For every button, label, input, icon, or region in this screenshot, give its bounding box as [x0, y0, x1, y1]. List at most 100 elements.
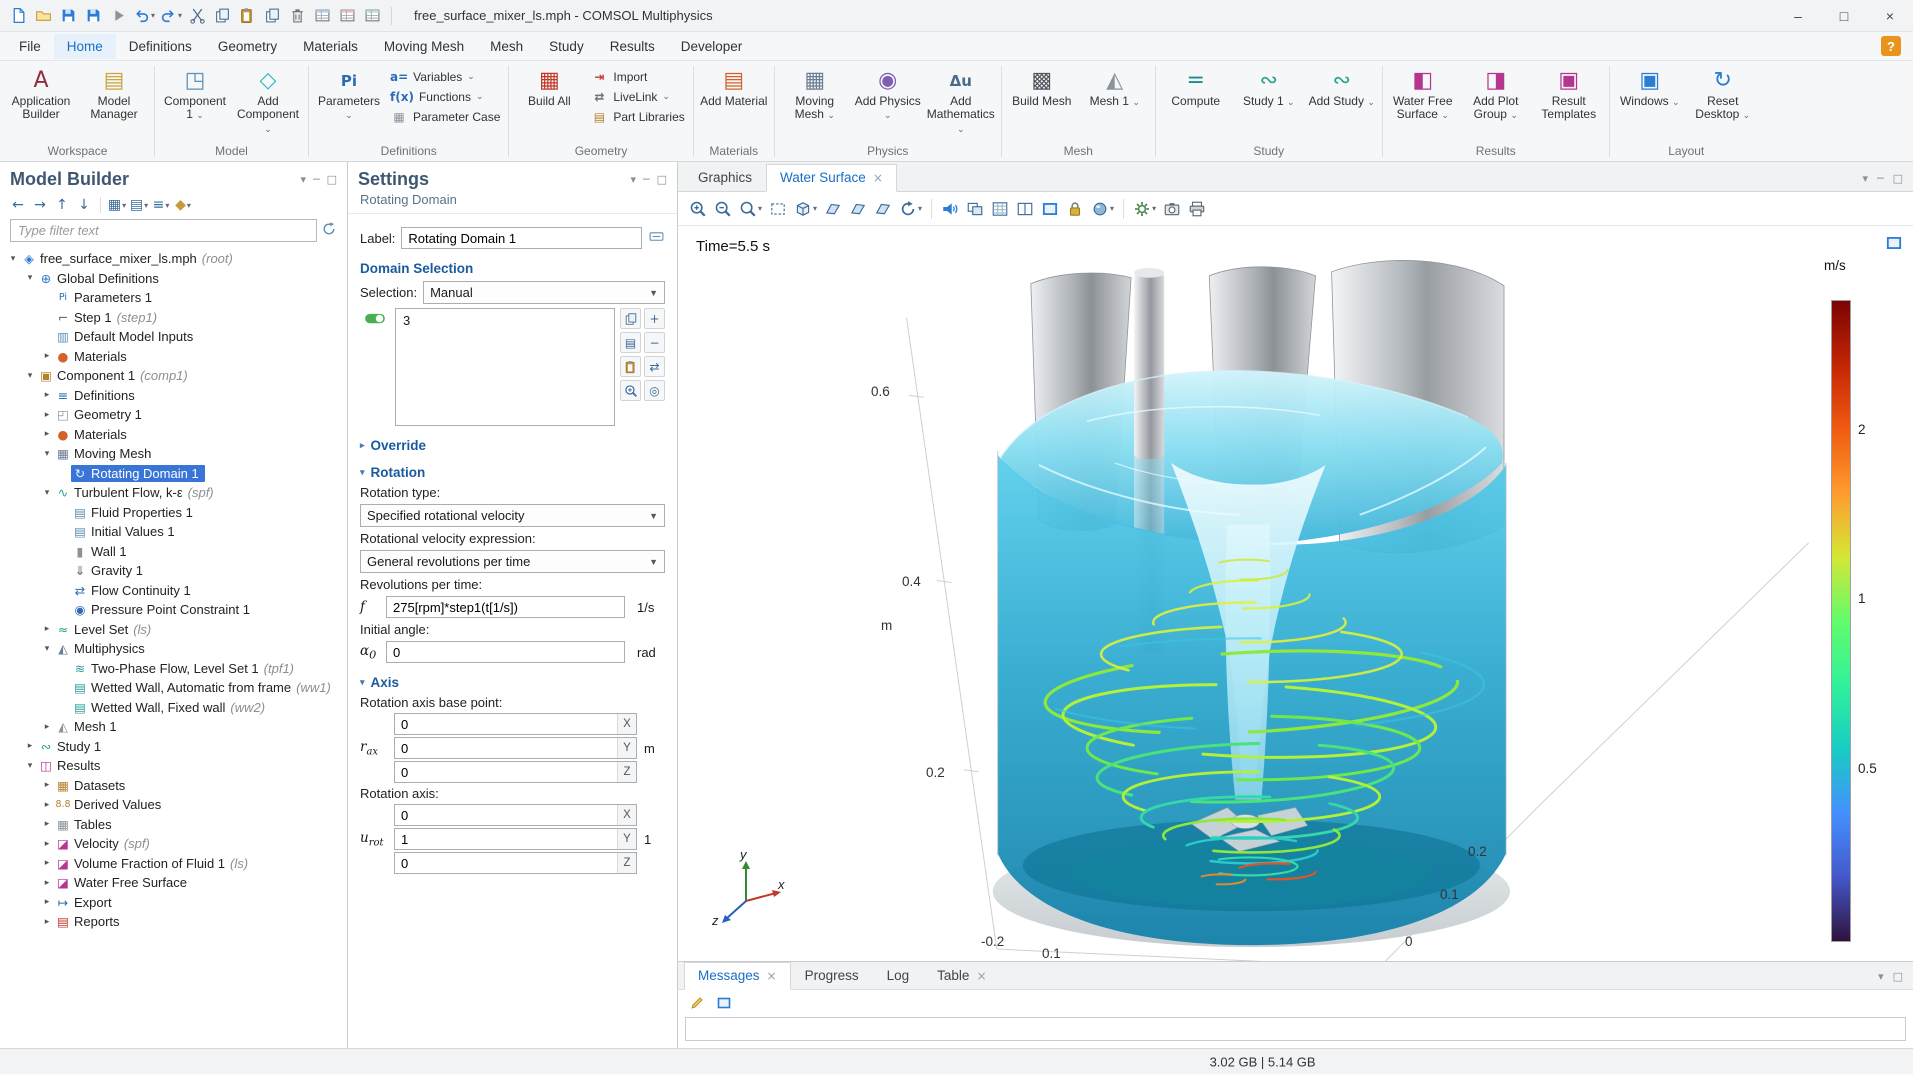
run-button[interactable] [106, 3, 130, 29]
split-window-button[interactable] [963, 198, 987, 220]
selection-paste-button[interactable] [620, 356, 641, 377]
refresh-button[interactable] [321, 221, 337, 240]
tab-messages[interactable]: Messages× [684, 962, 791, 990]
collapse-arrow-icon[interactable]: ▾ [40, 644, 54, 654]
ribbon-parameters[interactable]: PiParameters ⌄ [313, 62, 385, 143]
save-copy-button[interactable] [81, 3, 105, 29]
panel-menu-button[interactable]: ▾ [300, 173, 306, 186]
tree-item-mesh-1[interactable]: ▸◭Mesh 1 [0, 717, 347, 737]
menu-moving-mesh[interactable]: Moving Mesh [371, 34, 477, 59]
expand-arrow-icon[interactable]: ▸ [40, 351, 54, 361]
tree-item-initial-values-1[interactable]: ▤Initial Values 1 [0, 522, 347, 542]
close-button[interactable]: × [1867, 0, 1913, 31]
ribbon-study-1[interactable]: ∾Study 1 ⌄ [1233, 62, 1305, 143]
show-table-button[interactable] [988, 198, 1012, 220]
rotation-type-combo[interactable]: Specified rotational velocity ▼ [360, 504, 665, 527]
menu-results[interactable]: Results [597, 34, 668, 59]
selection-active-toggle[interactable] [360, 308, 390, 426]
new-file-button[interactable] [6, 3, 30, 29]
ribbon-build-all[interactable]: ▦Build All [513, 62, 585, 143]
ribbon-add-physics[interactable]: ◉Add Physics ⌄ [852, 62, 924, 143]
panel-minimize-button[interactable]: ─ [313, 173, 320, 186]
open-in-table-button[interactable] [713, 993, 735, 1013]
menu-study[interactable]: Study [536, 34, 597, 59]
tree-item-flow-continuity-1[interactable]: ⇄Flow Continuity 1 [0, 581, 347, 601]
panel-menu-button[interactable]: ▾ [1878, 970, 1884, 983]
zoom-box-button[interactable] [766, 198, 790, 220]
vecDir-y-input[interactable] [395, 829, 617, 849]
ribbon-build-mesh[interactable]: ▩Build Mesh [1006, 62, 1078, 143]
revolutions-per-time-input[interactable] [386, 596, 625, 618]
tree-item-rotating-domain-1[interactable]: ↻Rotating Domain 1 [0, 464, 347, 484]
close-icon[interactable]: × [873, 171, 883, 185]
cut-button[interactable] [185, 3, 209, 29]
tree-item-materials[interactable]: ▸●Materials [0, 347, 347, 367]
collapse-arrow-icon[interactable]: ▾ [6, 254, 20, 264]
scene-appearance-button[interactable]: ▾ [1088, 198, 1117, 220]
initial-angle-input[interactable] [386, 641, 625, 663]
panel-float-button[interactable]: □ [657, 173, 667, 186]
ribbon-result-templates[interactable]: ▣Result Templates [1533, 62, 1605, 143]
selection-list[interactable]: 3 [395, 308, 615, 426]
override-header[interactable]: ▸ Override [360, 438, 665, 453]
tree-item-two-phase-flow-level-set-1[interactable]: ≋Two-Phase Flow, Level Set 1(tpf1) [0, 659, 347, 679]
expand-arrow-icon[interactable]: ▸ [23, 741, 37, 751]
ribbon-add-material[interactable]: ▤Add Material [698, 62, 770, 143]
ribbon-mesh-1[interactable]: ◭Mesh 1 ⌄ [1079, 62, 1151, 143]
close-icon[interactable]: × [767, 969, 777, 983]
tree-item-datasets[interactable]: ▸▦Datasets [0, 776, 347, 796]
ribbon-model-manager[interactable]: ▤Model Manager [78, 62, 150, 143]
go-to-default-view-button[interactable]: ▾ [791, 198, 820, 220]
expand-arrow-icon[interactable]: ▸ [40, 722, 54, 732]
move-down-button[interactable]: ↓ [74, 195, 94, 215]
snapshot-button[interactable] [1160, 198, 1184, 220]
tree-item-default-model-inputs[interactable]: ▥Default Model Inputs [0, 327, 347, 347]
image-frame-button[interactable] [1038, 198, 1062, 220]
panel-menu-button[interactable]: ▾ [1862, 172, 1868, 185]
ribbon-water-free-surface[interactable]: ◧Water Free Surface ⌄ [1387, 62, 1459, 143]
open-file-button[interactable] [31, 3, 55, 29]
tree-item-tables[interactable]: ▸▦Tables [0, 815, 347, 835]
tree-settings-button[interactable]: ≡▾ [151, 195, 171, 215]
tree-item-step-1[interactable]: ⌐Step 1(step1) [0, 308, 347, 328]
vecDir-z-input[interactable] [395, 853, 617, 873]
maximize-button[interactable]: □ [1821, 0, 1867, 31]
panel-minimize-button[interactable]: ─ [643, 173, 650, 186]
tree-item-wall-1[interactable]: ▮Wall 1 [0, 542, 347, 562]
expand-arrow-icon[interactable]: ▸ [40, 780, 54, 790]
expand-arrow-icon[interactable]: ▸ [40, 897, 54, 907]
zoom-out-button[interactable] [711, 198, 735, 220]
panel-float-button[interactable]: □ [1893, 172, 1903, 185]
collapse-arrow-icon[interactable]: ▾ [23, 273, 37, 283]
ribbon-import[interactable]: ⇥Import [586, 69, 688, 85]
ribbon-application-builder[interactable]: AApplication Builder [5, 62, 77, 143]
paste-button[interactable] [235, 3, 259, 29]
vecDir-x-input[interactable] [395, 805, 617, 825]
selection-list-item[interactable]: 3 [403, 313, 607, 328]
plot-context-icon[interactable] [1885, 234, 1903, 255]
ribbon-add-component[interactable]: ◇Add Component ⌄ [232, 62, 304, 143]
update-table-button[interactable] [335, 3, 359, 29]
environment-settings-button[interactable]: ▾ [1130, 198, 1159, 220]
node-tags-button[interactable]: ◆▾ [173, 195, 193, 215]
selection-swap-button[interactable]: ⇄ [644, 356, 665, 377]
rename-button[interactable] [648, 228, 665, 248]
tree-item-moving-mesh[interactable]: ▾▦Moving Mesh [0, 444, 347, 464]
copy-button[interactable] [210, 3, 234, 29]
rotational-velocity-expression-combo[interactable]: General revolutions per time ▼ [360, 550, 665, 573]
minimize-button[interactable]: – [1775, 0, 1821, 31]
selection-list-button[interactable]: ▤ [620, 332, 641, 353]
panel-float-button[interactable]: □ [1893, 970, 1903, 983]
save-button[interactable] [56, 3, 80, 29]
tree-item-water-free-surface[interactable]: ▸◪Water Free Surface [0, 873, 347, 893]
ribbon-part-libraries[interactable]: ▤Part Libraries [586, 109, 688, 125]
move-up-button[interactable]: ↑ [52, 195, 72, 215]
selection-clear-button[interactable]: ◎ [644, 380, 665, 401]
go-back-button[interactable]: ← [8, 195, 28, 215]
ribbon-moving-mesh[interactable]: ▦Moving Mesh ⌄ [779, 62, 851, 143]
expand-arrow-icon[interactable]: ▸ [40, 800, 54, 810]
split-view-button[interactable] [1013, 198, 1037, 220]
tree-item-global-definitions[interactable]: ▾⊕Global Definitions [0, 269, 347, 289]
tab-progress[interactable]: Progress [791, 962, 873, 990]
tree-item-materials[interactable]: ▸●Materials [0, 425, 347, 445]
